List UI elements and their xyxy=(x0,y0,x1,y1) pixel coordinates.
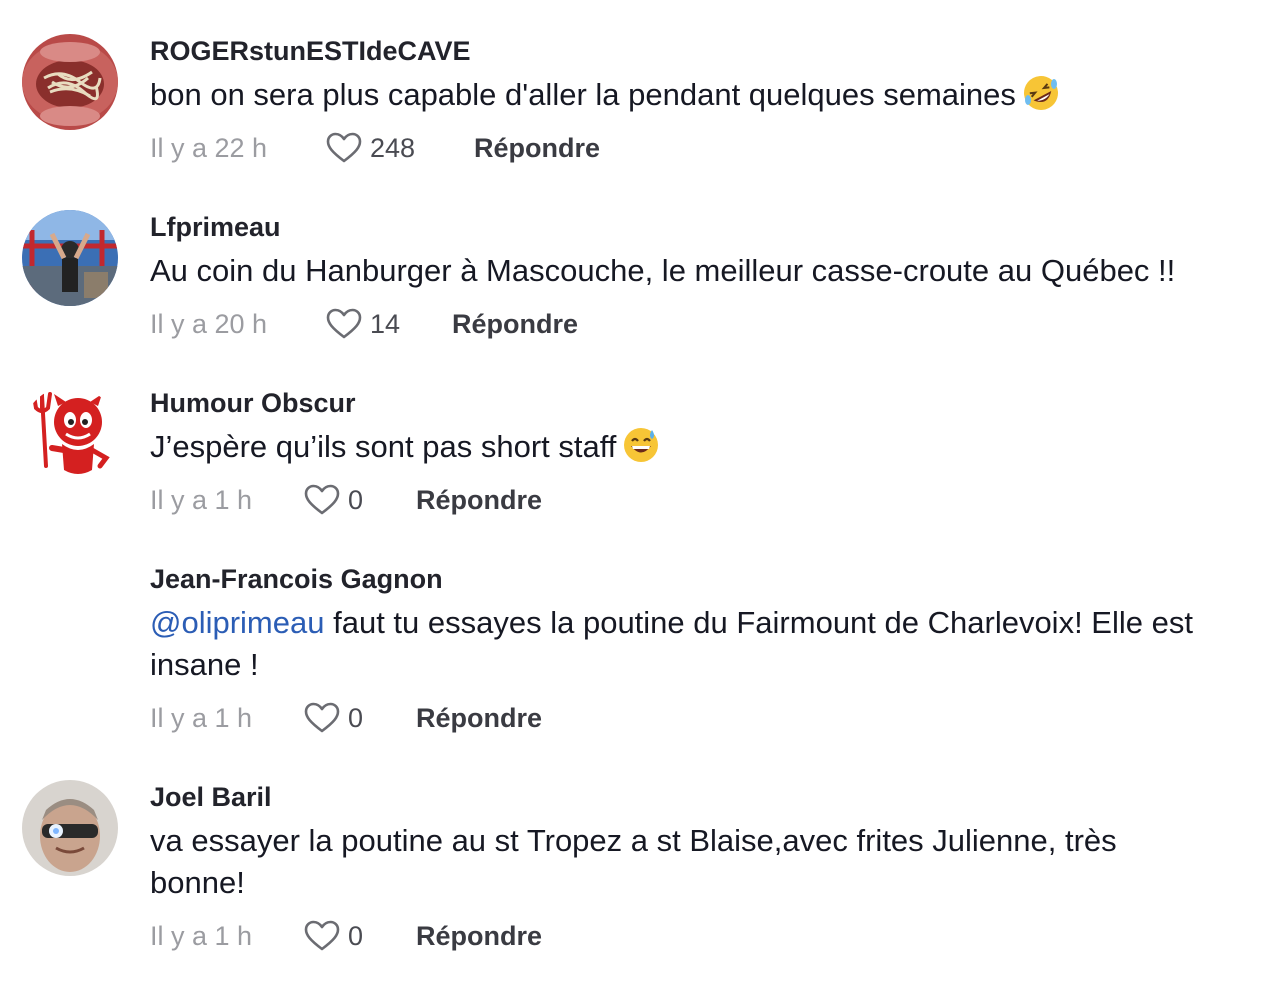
comment-text: J’espère qu’ils sont pas short staff xyxy=(150,426,1280,468)
heart-icon xyxy=(304,484,340,515)
reply-button[interactable]: Répondre xyxy=(416,480,542,520)
reply-button[interactable]: Répondre xyxy=(474,128,600,168)
like-button[interactable]: 14 xyxy=(326,304,400,344)
comment-username[interactable]: Lfprimeau xyxy=(150,210,1280,244)
like-button[interactable]: 0 xyxy=(304,698,363,738)
like-button[interactable]: 248 xyxy=(326,128,415,168)
like-count: 14 xyxy=(370,309,401,339)
comment-timestamp: Il y a 20 h xyxy=(150,309,268,339)
comment-meta: Il y a 1 h 0 Répondre xyxy=(150,698,1280,738)
comment-text-content: bon on sera plus capable d'aller la pend… xyxy=(150,77,1016,112)
like-button[interactable]: 0 xyxy=(304,480,363,520)
like-count: 0 xyxy=(348,921,364,951)
comment-text-content: J’espère qu’ils sont pas short staff xyxy=(150,429,617,464)
comment-meta: Il y a 20 h 14 Répondre xyxy=(150,304,1280,344)
like-button[interactable]: 0 xyxy=(304,916,363,956)
grinning-sweat-emoji-icon xyxy=(624,428,659,462)
comment-meta: Il y a 1 h 0 Répondre xyxy=(150,916,1280,956)
rolling-on-floor-laughing-emoji-icon xyxy=(1023,76,1058,110)
comment-username[interactable]: Jean-Francois Gagnon xyxy=(150,562,1280,596)
heart-icon xyxy=(326,308,362,339)
like-count: 0 xyxy=(348,703,364,733)
comment-text: bon on sera plus capable d'aller la pend… xyxy=(150,74,1280,116)
like-count: 248 xyxy=(370,133,416,163)
comment-timestamp: Il y a 1 h xyxy=(150,703,253,733)
comment-meta: Il y a 1 h 0 Répondre xyxy=(150,480,1280,520)
comment-text: Au coin du Hanburger à Mascouche, le mei… xyxy=(150,253,1176,288)
avatar[interactable] xyxy=(22,210,118,306)
avatar[interactable] xyxy=(22,386,118,482)
reply-button[interactable]: Répondre xyxy=(416,916,542,956)
comment-text: @oliprimeau faut tu essayes la poutine d… xyxy=(150,602,1280,686)
comment-text: va essayer la poutine au st Tropez a st … xyxy=(150,823,1117,900)
heart-icon xyxy=(326,132,362,163)
heart-icon xyxy=(304,920,340,951)
avatar[interactable] xyxy=(22,780,118,876)
comment-timestamp: Il y a 1 h xyxy=(150,921,253,951)
reply-button[interactable]: Répondre xyxy=(452,304,578,344)
comment-timestamp: Il y a 22 h xyxy=(150,133,268,163)
reply-button[interactable]: Répondre xyxy=(416,698,542,738)
mention-link[interactable]: @oliprimeau xyxy=(150,605,324,640)
comment-meta: Il y a 22 h 248 Répondre xyxy=(150,128,1280,168)
heart-icon xyxy=(304,702,340,733)
comment-username[interactable]: Humour Obscur xyxy=(150,386,1280,420)
comment-username[interactable]: Joel Baril xyxy=(150,780,1280,814)
comment-username[interactable]: ROGERstunESTIdeCAVE xyxy=(150,34,1280,68)
comment-timestamp: Il y a 1 h xyxy=(150,485,253,515)
like-count: 0 xyxy=(348,485,364,515)
avatar[interactable] xyxy=(22,34,118,130)
